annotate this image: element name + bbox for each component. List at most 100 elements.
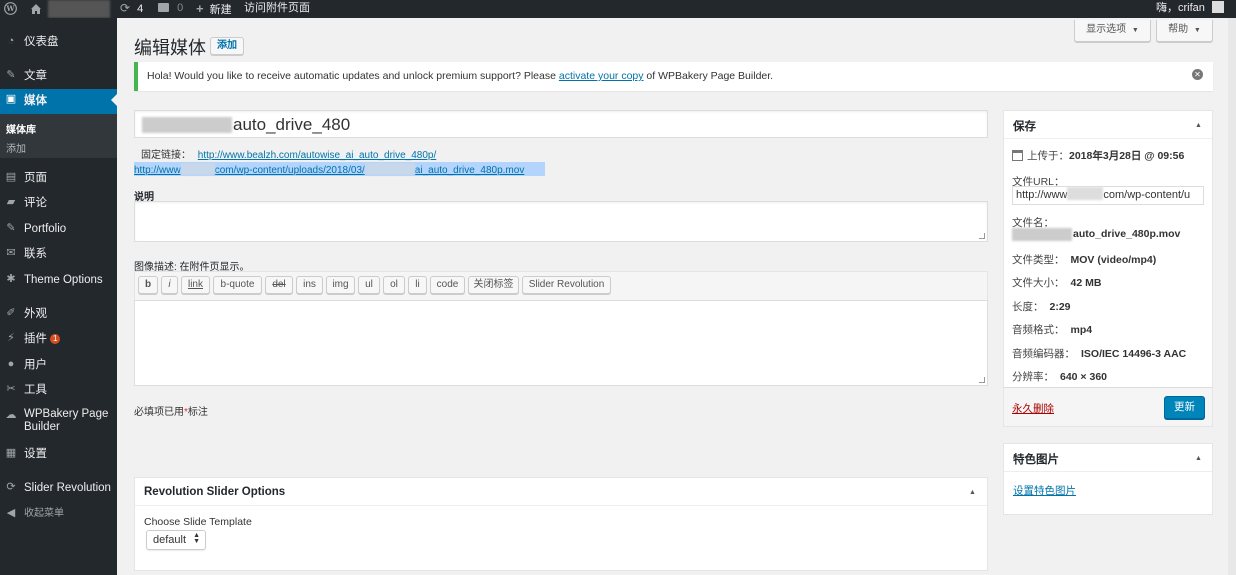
user-greeting[interactable]: 嗨，crifan [1156, 0, 1224, 18]
sidebar-item-label: 设置 [24, 448, 47, 460]
sidebar-item-appearance[interactable]: ✐ 外观 [0, 303, 117, 325]
qt-del-button[interactable]: del [265, 276, 293, 294]
update-button[interactable]: 更新 [1164, 396, 1205, 419]
qt-img-button[interactable]: img [326, 276, 355, 294]
sidebar-item-portfolio[interactable]: ✎ Portfolio [0, 218, 117, 240]
file-url-part: http://www [134, 165, 181, 176]
home-icon[interactable] [30, 0, 44, 18]
resize-handle-icon[interactable] [979, 233, 985, 239]
sidebar-item-contact[interactable]: ✉ 联系 [0, 243, 117, 265]
add-new-button[interactable]: 添加 [210, 37, 244, 55]
greeting-text: 嗨，crifan [1156, 2, 1205, 14]
sidebar-item-slider-revolution[interactable]: ⟳ Slider Revolution [0, 477, 117, 499]
refresh-icon: ⟳ [6, 481, 16, 493]
qt-link-button[interactable]: link [181, 276, 210, 294]
revolution-slider-metabox: Revolution Slider Options ▲ Choose Slide… [134, 477, 988, 571]
redacted-filename [364, 163, 415, 175]
sidebar-item-pages[interactable]: ▤ 页面 [0, 167, 117, 189]
wordpress-logo-icon[interactable]: W [4, 0, 18, 18]
calendar-icon [1012, 150, 1023, 161]
view-attachment-link[interactable]: 访问附件页面 [244, 0, 310, 18]
sidebar-item-users[interactable]: ● 用户 [0, 354, 117, 376]
dismiss-icon[interactable]: ✕ [1192, 69, 1203, 80]
collapse-menu[interactable]: ◀ 收起菜单 [0, 503, 117, 525]
required-note-after: 标注 [187, 407, 208, 418]
page-icon: ▤ [5, 171, 17, 183]
resize-handle-icon[interactable] [979, 377, 985, 383]
user-icon: ● [7, 358, 15, 370]
sidebar-item-comments[interactable]: ▰ 评论 [0, 192, 117, 214]
submenu-item-library[interactable]: 媒体库 [6, 121, 36, 136]
collapse-arrow-icon[interactable]: ▲ [1195, 122, 1202, 129]
sidebar-item-wpbakery[interactable]: ☁ WPBakery Page Builder [0, 405, 117, 437]
qt-bquote-button[interactable]: b-quote [213, 276, 262, 294]
collapse-arrow-icon[interactable]: ▲ [969, 489, 976, 496]
notice-text-before: Hola! Would you like to receive automati… [147, 70, 559, 82]
update-badge: 1 [50, 334, 61, 344]
description-textarea[interactable] [134, 300, 988, 386]
sidebar-item-dashboard[interactable]: ◔ 仪表盘 [0, 31, 117, 53]
template-select[interactable]: default ▲ ▼ [146, 530, 206, 550]
title-input[interactable]: auto_drive_480 [134, 110, 988, 138]
sidebar-item-plugins[interactable]: ⚡ 插件 1 [0, 328, 117, 350]
file-url-input-part: com/wp-content/u [1103, 189, 1191, 201]
file-size-value: 42 MB [1070, 277, 1102, 289]
sidebar-item-label: 收起菜单 [24, 508, 64, 519]
sidebar-item-media[interactable]: ▣ 媒体 [0, 89, 117, 114]
sidebar-item-posts[interactable]: ✎ 文章 [0, 65, 117, 87]
media-icon: ▣ [5, 93, 17, 105]
qt-code-button[interactable]: code [430, 276, 465, 294]
sidebar-item-label: Slider Revolution [24, 482, 111, 494]
page-scrollbar[interactable] [1228, 18, 1236, 575]
file-url-part: com/wp-content/uploads/2018/03/ [214, 165, 365, 176]
qt-bold-button[interactable]: b [138, 276, 158, 294]
admin-bar: W ⟳ 4 0 + 新建 访问附件页面 嗨，crifan [0, 0, 1236, 18]
audio-format-label: 音频格式： [1012, 324, 1065, 336]
required-note-before: 必填项已用 [134, 407, 184, 418]
qt-ins-button[interactable]: ins [296, 276, 323, 294]
comment-icon [158, 3, 169, 12]
sidebar-item-label: WPBakery Page Builder [24, 408, 109, 433]
sidebar-item-label: 文章 [24, 70, 47, 82]
rev-slider-title: Revolution Slider Options [144, 486, 286, 498]
help-label: 帮助 [1168, 24, 1189, 35]
resolution-label: 分辨率： [1012, 371, 1054, 383]
chevron-down-icon: ▼ [1193, 27, 1201, 34]
length-label: 长度： [1012, 301, 1044, 313]
site-name-redacted[interactable] [48, 0, 110, 18]
file-url-line[interactable]: http://www com/wp-content/uploads/2018/03… [134, 163, 524, 176]
activate-link[interactable]: activate your copy [559, 70, 644, 82]
file-url-input[interactable]: http://www com/wp-content/u [1012, 186, 1204, 205]
update-notice: Hola! Would you like to receive automati… [134, 62, 1213, 91]
qt-slider-revolution-button[interactable]: Slider Revolution [522, 276, 611, 294]
audio-format-value: mp4 [1070, 324, 1093, 336]
comment-icon: ▰ [6, 196, 16, 208]
set-featured-image-link[interactable]: 设置特色图片 [1013, 483, 1076, 498]
qt-li-button[interactable]: li [408, 276, 427, 294]
sidebar-item-label: 评论 [24, 197, 47, 209]
file-type-label: 文件类型： [1012, 254, 1065, 266]
avatar [1211, 1, 1224, 13]
template-label: Choose Slide Template [144, 516, 252, 528]
delete-permanently-link[interactable]: 永久删除 [1012, 401, 1054, 416]
updates-link[interactable]: ⟳ 4 [120, 0, 143, 18]
qt-ol-button[interactable]: ol [383, 276, 405, 294]
caption-textarea[interactable] [134, 201, 988, 242]
qt-ul-button[interactable]: ul [358, 276, 380, 294]
permalink-row: 固定链接： http://www.bealzh.com/autowise_ai_… [141, 146, 436, 161]
sidebar-item-settings[interactable]: ▦ 设置 [0, 443, 117, 465]
qt-close-tags-button[interactable]: 关闭标签 [468, 276, 519, 294]
qt-italic-button[interactable]: i [161, 276, 178, 294]
sidebar-item-tools[interactable]: ✂ 工具 [0, 379, 117, 401]
submenu-item-add[interactable]: 添加 [6, 140, 26, 155]
screen-options-button[interactable]: 显示选项 ▼ [1074, 20, 1151, 42]
permalink-link[interactable]: http://www.bealzh.com/autowise_ai_auto_d… [198, 150, 436, 161]
sidebar-item-theme-options[interactable]: ✱ Theme Options [0, 269, 117, 291]
help-button[interactable]: 帮助 ▼ [1156, 20, 1213, 42]
comments-link[interactable]: 0 [158, 0, 183, 18]
screen-options-label: 显示选项 [1086, 24, 1127, 35]
media-submenu: 媒体库 添加 [0, 114, 117, 158]
new-content-link[interactable]: + 新建 [196, 0, 232, 18]
collapse-arrow-icon[interactable]: ▲ [1195, 455, 1202, 462]
featured-box-title: 特色图片 [1013, 454, 1059, 466]
